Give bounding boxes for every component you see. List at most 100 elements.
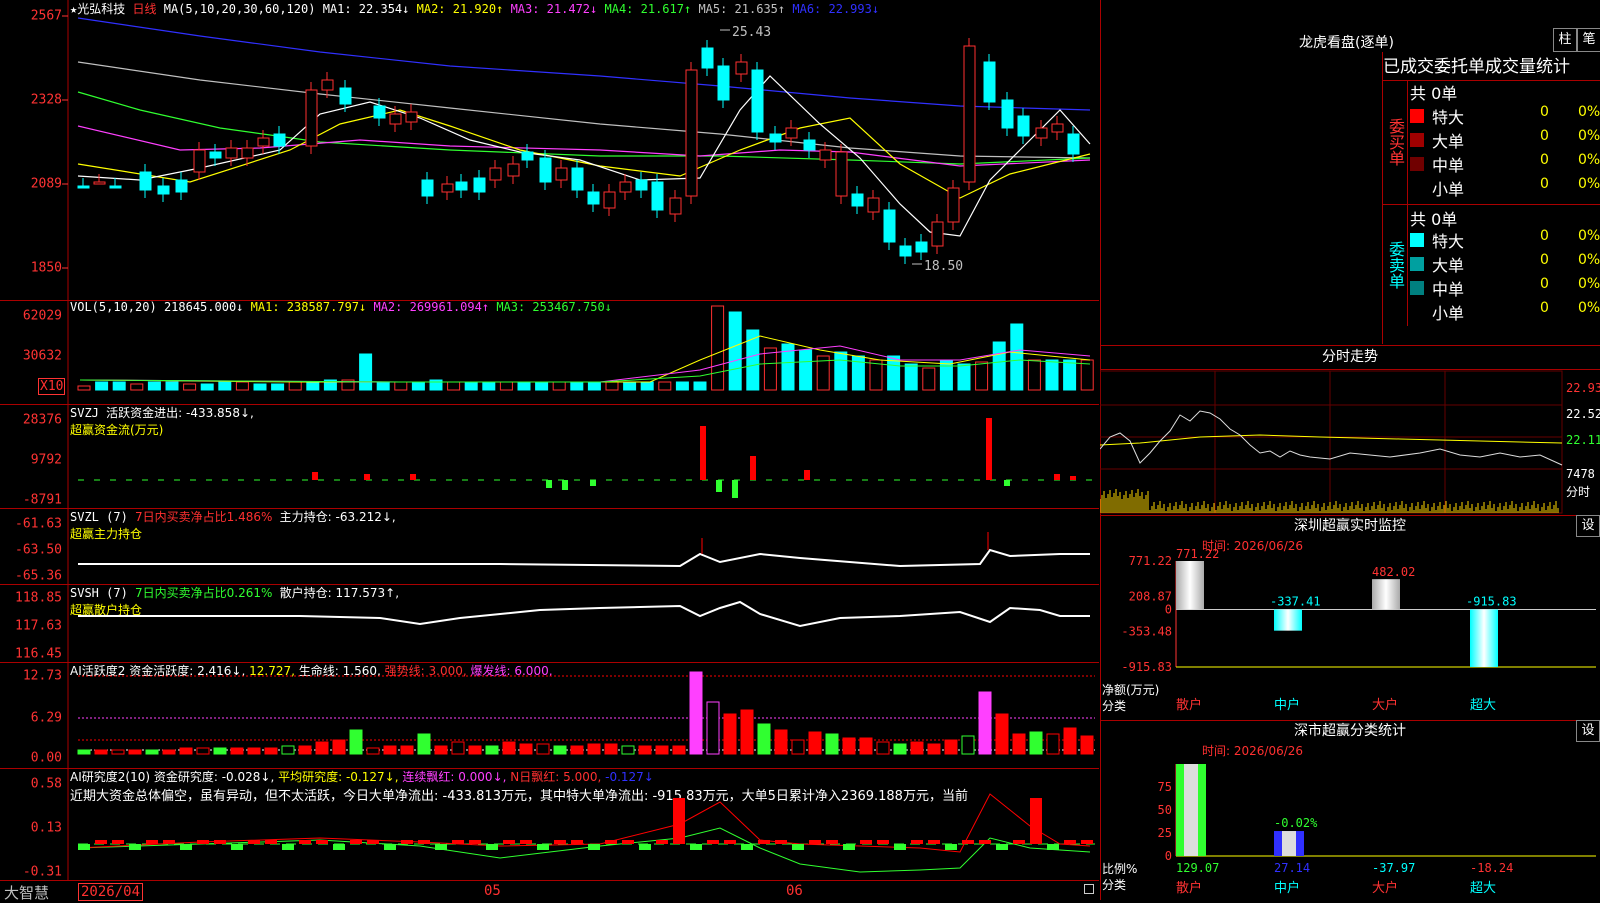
color-swatch — [1410, 133, 1424, 147]
candle-body — [93, 181, 106, 185]
research-bar — [928, 840, 940, 844]
activity-bar — [1029, 731, 1043, 755]
volume-bar — [535, 381, 549, 391]
sz-monitor-tick: -915.83 — [1121, 660, 1172, 674]
tick-mode-button[interactable]: 笔 — [1577, 28, 1600, 52]
activity-bar — [825, 733, 839, 755]
ai-research-panel[interactable]: AI研究度2(10) 资金研究度: -0.028↓, 平均研究度: -0.127… — [0, 768, 1099, 881]
volume-bar — [799, 349, 813, 391]
sell-row: 小单 0 0% — [1410, 300, 1600, 324]
activity-bar — [451, 741, 465, 755]
ma3-line — [77, 125, 1091, 167]
candle-body — [603, 191, 616, 209]
volume-panel[interactable]: VOL(5,10,20) 218645.000↓ MA1: 238587.797… — [0, 300, 1099, 405]
candle-body — [587, 191, 600, 205]
activity-bar — [281, 745, 295, 755]
svzj-chart[interactable] — [0, 404, 1099, 508]
buy-row: 小单 0 0% — [1410, 176, 1600, 200]
activity-bar — [638, 745, 652, 755]
buy-total: 共 0单 — [1410, 84, 1458, 103]
research-bar — [418, 840, 430, 844]
sz-class-tick: 75 — [1158, 780, 1172, 794]
volume-bar — [992, 341, 1006, 391]
price-chart[interactable]: 25.43 18.50 — [0, 0, 1099, 300]
volume-bar — [499, 381, 513, 391]
sz-monitor-panel[interactable]: 深圳超赢实时监控 设 时间: 2026/06/26 771.22 208.87 0-… — [1100, 515, 1600, 721]
lock-icon[interactable] — [1084, 884, 1094, 894]
vol-bars — [77, 305, 1094, 391]
candle-body — [769, 133, 782, 143]
candle-body — [735, 61, 748, 75]
volume-bar — [640, 381, 654, 391]
sz-monitor-bar — [1274, 609, 1302, 631]
row-count: 0 — [1540, 300, 1549, 316]
research-bar — [231, 844, 243, 850]
sz-monitor-value: -915.83 — [1466, 594, 1517, 608]
candle-body — [521, 151, 534, 161]
activity-bar — [791, 739, 805, 755]
activity-bar — [876, 741, 890, 755]
intraday-chart[interactable] — [1100, 345, 1600, 515]
sz-class-tick: 50 — [1158, 803, 1172, 817]
research-bar — [741, 844, 753, 850]
candle-body — [77, 185, 90, 189]
activity-bar — [145, 749, 159, 755]
candle-body — [803, 139, 816, 151]
candle-body — [963, 45, 976, 183]
activity-bar — [400, 745, 414, 755]
sz-monitor-value: 771.22 — [1176, 547, 1219, 561]
sell-row: 特大 0 0% — [1410, 228, 1600, 252]
ai-active-chart[interactable] — [0, 662, 1099, 768]
activity-bar — [1080, 735, 1094, 755]
sz-class-panel[interactable]: 深市超赢分类统计 设 时间: 2026/06/26 75 50 25 0 129.07 散… — [1100, 720, 1600, 900]
volume-chart[interactable] — [0, 300, 1099, 404]
activity-bar — [264, 747, 278, 755]
volume-bar — [112, 381, 126, 391]
row-label: 中单 — [1432, 156, 1465, 175]
price-high-mark: 25.43 — [732, 25, 771, 40]
svzl-chart[interactable] — [0, 508, 1099, 584]
color-swatch — [1410, 181, 1424, 195]
activity-bar — [298, 745, 312, 755]
svsh-panel[interactable]: SVSH (7) 7日内买卖净占比0.261% 散户持仓: 117.573↑, … — [0, 584, 1099, 663]
volume-bar — [834, 351, 848, 391]
research-bar — [860, 840, 872, 844]
volume-bar — [200, 383, 214, 391]
chart-area[interactable]: ★光弘科技 日线 MA(5,10,20,30,60,120) MA1: 22.3… — [0, 0, 1099, 902]
sz-class-value: 27.14 — [1274, 861, 1310, 875]
candle-body — [389, 113, 402, 125]
research-bar — [962, 840, 974, 844]
ai-research-bars — [78, 798, 1093, 850]
volume-bar — [271, 383, 285, 391]
intraday-panel[interactable]: 分时走势 22.93 22.52 22.11 7478 分时 — [1100, 345, 1600, 516]
activity-bar — [519, 743, 533, 755]
volume-bar — [587, 381, 601, 391]
activity-bar — [502, 741, 516, 755]
price-panel[interactable]: ★光弘科技 日线 MA(5,10,20,30,60,120) MA1: 22.3… — [0, 0, 1099, 301]
row-percent: 0% — [1578, 104, 1600, 120]
ai-active-panel[interactable]: AI活跃度2 资金活跃度: 2.416↓, 12.727, 生命线: 1.560… — [0, 662, 1099, 769]
ai-research-chart[interactable] — [0, 768, 1099, 880]
research-bar — [622, 840, 634, 844]
volume-bar — [464, 381, 478, 391]
research-bar — [945, 844, 957, 850]
activity-bar — [1046, 733, 1060, 755]
row-count: 0 — [1540, 228, 1549, 244]
row-percent: 0% — [1578, 128, 1600, 144]
sz-class-category: 散户 — [1176, 880, 1202, 896]
sz-monitor-chart: 771.22 208.870 -353.48 -915.83 771.22 散户 -337.… — [1121, 547, 1596, 713]
volume-bar — [1010, 323, 1024, 391]
svzl-panel[interactable]: SVZL (7) 7日内买卖净占比1.486% 主力持仓: -63.212↓, … — [0, 508, 1099, 585]
svsh-chart[interactable] — [0, 584, 1099, 662]
sell-row: 中单 0 0% — [1410, 276, 1600, 300]
candle-body — [473, 177, 486, 193]
activity-bar — [94, 749, 108, 755]
sz-class-chart: 75 50 25 0 129.07 散户 -0.02% 27.14 中户 -37.97 大户 -18.… — [1158, 764, 1596, 896]
research-bar — [775, 840, 787, 844]
candle-body — [835, 151, 848, 197]
bar-mode-button[interactable]: 柱 — [1553, 28, 1577, 52]
svzj-panel[interactable]: SVZJ 活跃资金进出: -433.858↓, 超赢资金流(万元) 28376 … — [0, 404, 1099, 509]
candle-body — [1067, 133, 1080, 155]
candle-body — [651, 181, 664, 211]
intraday-tick: 22.52 — [1566, 407, 1600, 421]
